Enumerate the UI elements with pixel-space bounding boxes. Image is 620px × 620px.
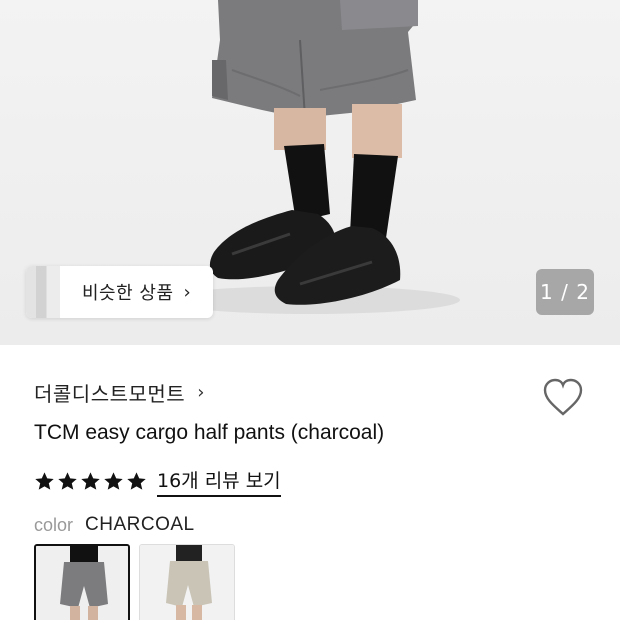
similar-products-button[interactable]: 비슷한 상품 › — [26, 266, 213, 318]
similar-product-thumbnail — [26, 266, 60, 318]
color-row: color CHARCOAL — [34, 514, 195, 536]
star-icon — [35, 472, 54, 490]
star-icon — [81, 472, 100, 490]
image-page-indicator: 1 / 2 — [536, 269, 594, 315]
product-image-gallery[interactable]: 비슷한 상품 › 1 / 2 — [0, 0, 620, 345]
star-icon — [104, 472, 123, 490]
color-swatch-beige[interactable] — [139, 544, 235, 620]
similar-products-label: 비슷한 상품 — [82, 283, 174, 304]
color-swatch-charcoal[interactable] — [34, 544, 130, 620]
swatch-image — [140, 545, 234, 620]
star-icon — [58, 472, 77, 490]
brand-name: 더콜디스트모먼트 — [34, 382, 186, 406]
star-icon — [127, 472, 146, 490]
swatch-image — [36, 546, 128, 620]
chevron-right-icon: › — [197, 382, 205, 403]
brand-link[interactable]: 더콜디스트모먼트 › — [34, 378, 204, 407]
star-rating — [34, 471, 147, 492]
color-value: CHARCOAL — [85, 514, 195, 535]
product-title: TCM easy cargo half pants (charcoal) — [34, 421, 385, 444]
rating-row: 16개 리뷰 보기 — [34, 466, 281, 497]
view-reviews-link[interactable]: 16개 리뷰 보기 — [157, 466, 281, 497]
color-label: color — [34, 514, 74, 535]
chevron-right-icon: › — [183, 281, 191, 303]
wishlist-button[interactable] — [542, 378, 584, 418]
heart-icon — [543, 378, 583, 416]
